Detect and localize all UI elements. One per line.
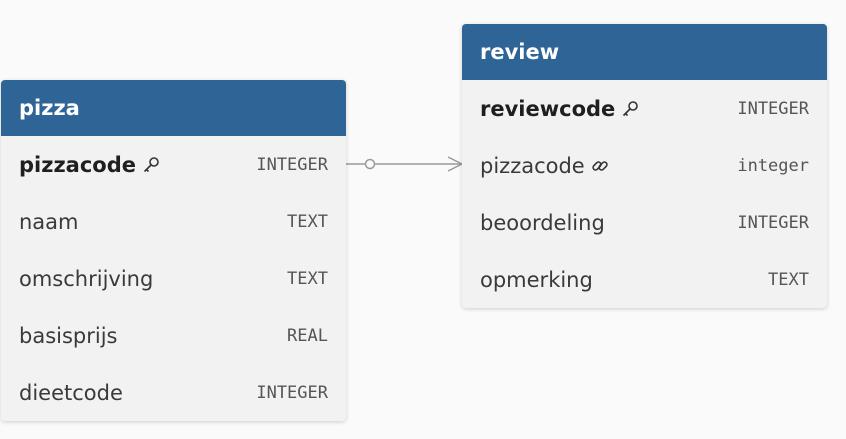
column-type: INTEGER [256,382,328,403]
column-name: beoordeling [480,210,605,235]
table-header[interactable]: review [462,24,827,80]
crowfoot-lower [447,163,463,172]
column-type: integer [737,155,809,176]
crowfoot-upper [447,156,463,165]
column-row-opmerking[interactable]: opmerking TEXT [462,251,827,308]
column-row-beoordeling[interactable]: beoordeling INTEGER [462,194,827,251]
column-row-omschrijving[interactable]: omschrijving TEXT [1,250,346,307]
column-row-dieetcode[interactable]: dieetcode INTEGER [1,364,346,421]
column-name: reviewcode [480,97,639,121]
column-row-pizzacode-fk[interactable]: pizzacode integer [462,137,827,194]
link-icon [592,160,608,171]
table-header[interactable]: pizza [1,80,346,136]
zero-optional-marker [364,158,376,170]
column-type: TEXT [287,268,328,289]
column-name-text: pizzacode [19,152,136,177]
column-row-naam[interactable]: naam TEXT [1,193,346,250]
key-icon [143,156,159,172]
column-name-text: reviewcode [480,96,616,121]
key-icon [623,100,639,116]
column-type: INTEGER [737,98,809,119]
column-name-text: pizzacode [480,153,585,178]
column-name: omschrijving [19,266,154,291]
column-row-pizzacode[interactable]: pizzacode INTEGER [1,136,346,193]
column-name: basisprijs [19,323,118,348]
column-type: TEXT [768,269,809,290]
column-name: opmerking [480,267,593,292]
column-name: naam [19,209,79,234]
table-pizza[interactable]: pizza pizzacode INTEGER naam TEXT omschr… [1,80,346,421]
column-type: TEXT [287,211,328,232]
column-type: REAL [287,325,328,346]
table-title: review [480,40,560,64]
column-row-reviewcode[interactable]: reviewcode INTEGER [462,80,827,137]
column-name: pizzacode [480,154,609,178]
column-row-basisprijs[interactable]: basisprijs REAL [1,307,346,364]
column-type: INTEGER [737,212,809,233]
column-name: pizzacode [19,153,160,177]
column-type: INTEGER [256,154,328,175]
table-review[interactable]: review reviewcode INTEGER pizzacode inte… [462,24,827,308]
column-name: dieetcode [19,380,123,405]
table-title: pizza [19,96,80,120]
